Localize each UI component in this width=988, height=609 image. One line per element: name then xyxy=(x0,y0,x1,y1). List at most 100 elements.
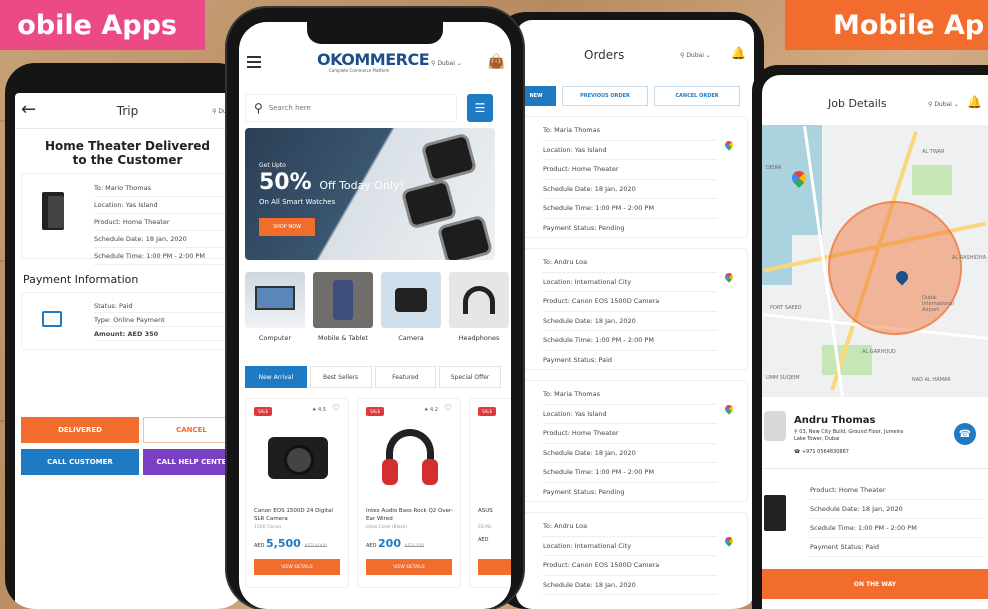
category-label: Computer xyxy=(258,334,292,342)
tab-new-arrival[interactable]: New Arrival xyxy=(245,366,307,388)
laptop-image xyxy=(245,272,305,328)
smartwatch-image xyxy=(400,178,458,230)
map-view[interactable]: DEIRA AL TWAR AL RASHIDIYA Dubai Interna… xyxy=(762,125,988,397)
currency: AED xyxy=(366,543,377,549)
product-sub: 1500 Canon xyxy=(254,525,282,530)
map-pin-icon[interactable] xyxy=(723,271,735,283)
call-customer-button[interactable]: CALL CUSTOMER xyxy=(21,449,139,475)
call-icon[interactable]: ☎ xyxy=(954,423,976,445)
bell-icon[interactable]: 🔔 xyxy=(967,95,982,109)
on-the-way-button[interactable]: ON THE WAY xyxy=(762,569,988,599)
category-camera[interactable]: Camera xyxy=(381,272,441,342)
order-location: Location: International City xyxy=(543,537,717,556)
category-label: Mobile & Tablet xyxy=(318,334,368,342)
heart-icon[interactable]: ♡ xyxy=(444,404,452,414)
orders-screen: Orders ⚲ Dubai ⌄ 🔔 NEW PREVIOUS ORDER CA… xyxy=(516,20,754,609)
payment-amount: Amount: AED 350 xyxy=(94,327,225,341)
search-input[interactable] xyxy=(268,104,419,112)
category-computer[interactable]: Computer xyxy=(245,272,305,342)
trip-detail-product: Product: Home Theater xyxy=(94,214,225,231)
order-date: Schedule Date: 18 Jan, 2020 xyxy=(543,312,717,331)
order-to: To: Andru Loa xyxy=(543,517,717,537)
call-help-center-button[interactable]: CALL HELP CENTE xyxy=(143,449,240,475)
job-time: Scedule Time: 1:00 PM - 2:00 PM xyxy=(810,519,982,538)
home-theater-image xyxy=(764,495,786,531)
view-details-button[interactable] xyxy=(478,559,511,575)
okommerce-logo: OKOMMERCE xyxy=(317,50,430,69)
category-headphones[interactable]: Headphones xyxy=(449,272,509,342)
sale-badge: SALE xyxy=(254,407,273,416)
delivered-button[interactable]: DELIVERED xyxy=(21,417,139,443)
category-mobile-tablet[interactable]: Mobile & Tablet xyxy=(313,272,373,342)
currency: AED xyxy=(254,543,265,549)
hamburger-menu-icon[interactable] xyxy=(247,56,261,71)
banner-left-text: obile Apps xyxy=(17,9,177,41)
tab-previous-order[interactable]: PREVIOUS ORDER xyxy=(562,86,648,106)
shop-screen: OKOMMERCE Complete Commerce Platform ⚲ D… xyxy=(239,22,511,609)
trip-detail-time: Schedule Time: 1:00 PM - 2:00 PM xyxy=(94,248,225,265)
tab-special-offer[interactable]: Special Offer xyxy=(439,366,501,388)
bell-icon[interactable]: 🔔 xyxy=(731,46,746,60)
product-price: AED xyxy=(478,537,488,543)
tab-cancel-order[interactable]: CANCEL ORDER xyxy=(654,86,740,106)
trip-heading-line2: to the Customer xyxy=(72,153,183,167)
order-time: Schedule Time: 1:00 PM - 2:00 PM xyxy=(543,463,717,483)
order-product: Product: Canon EOS 1500D Camera xyxy=(543,556,717,576)
price-value: 5,500 xyxy=(266,537,301,550)
promo-banner[interactable]: Get Upto 50% Off Today Only! On All Smar… xyxy=(245,128,495,260)
product-price: AED 5,500 AED 6000 xyxy=(254,537,327,550)
payment-card: Status: Paid Type: Online Payment Amount… xyxy=(21,292,234,350)
filter-icon[interactable]: ☰ xyxy=(467,94,493,122)
view-details-button[interactable]: VIEW DETAILS xyxy=(366,559,452,575)
trip-title: Trip xyxy=(116,103,139,118)
customer-phone: ☎ +971 0564830867 xyxy=(794,449,849,455)
camera-image xyxy=(260,425,336,489)
order-card[interactable]: To: Maria Thomas Location: Yas Island Pr… xyxy=(516,116,748,238)
shop-now-button[interactable]: SHOP NOW xyxy=(259,218,315,236)
shop-location[interactable]: ⚲ Dubai ⌄ xyxy=(431,60,462,67)
product-card[interactable]: SALE ASUS ES Mo AED xyxy=(469,398,511,588)
order-card[interactable]: To: Andru Loa Location: International Ci… xyxy=(516,512,748,609)
order-product: Product: Home Theater xyxy=(543,424,717,444)
tab-featured[interactable]: Featured xyxy=(374,366,437,388)
customer-name: Andru Thomas xyxy=(794,415,876,426)
orders-location[interactable]: ⚲ Dubai ⌄ xyxy=(680,52,711,59)
order-location: Location: International City xyxy=(543,273,717,292)
category-label: Headphones xyxy=(458,334,500,342)
product-card[interactable]: SALE ★ 4.5 ♡ Canon EOS 1500D 24 Digital … xyxy=(245,398,349,588)
map-pin-icon[interactable] xyxy=(723,139,735,151)
tab-best-sellers[interactable]: Best Sellers xyxy=(309,366,372,388)
view-details-button[interactable]: VIEW DETAILS xyxy=(254,559,340,575)
search-bar[interactable]: ⚲ xyxy=(245,94,457,122)
order-product: Product: Home Theater xyxy=(543,160,717,180)
rating-value: 4.5 xyxy=(318,407,326,413)
phone-job-details: Job Details ⚲ Dubai ⌄ 🔔 DEIRA AL TWAR AL… xyxy=(752,65,988,609)
map-label: DEIRA xyxy=(766,165,782,171)
map-pin-icon[interactable] xyxy=(723,403,735,415)
promo-subtitle: On All Smart Watches xyxy=(259,198,336,206)
category-list: Computer Mobile & Tablet Camera Headphon… xyxy=(245,272,511,342)
job-location[interactable]: ⚲ Dubai ⌄ xyxy=(928,101,959,108)
order-card[interactable]: To: Andru Loa Location: International Ci… xyxy=(516,248,748,370)
sale-badge: SALE xyxy=(478,407,497,416)
back-arrow-icon[interactable]: ← xyxy=(21,99,36,120)
order-date: Schedule Date: 18 Jan, 2020 xyxy=(543,180,717,199)
trip-heading-line1: Home Theater Delivered xyxy=(45,139,210,153)
headphones-image xyxy=(449,272,509,328)
order-to: To: Maria Thomas xyxy=(543,385,717,405)
shopping-bag-icon[interactable]: 👜 xyxy=(488,54,505,70)
search-icon: ⚲ xyxy=(254,101,263,115)
heart-icon[interactable]: ♡ xyxy=(332,404,340,414)
product-name: Canon EOS 1500D 24 Digital SLR Camera xyxy=(254,508,333,522)
product-card[interactable]: SALE ★ 4.2 ♡ Intex Audio Bass Rock Q2 Ov… xyxy=(357,398,461,588)
map-pin-icon[interactable] xyxy=(723,535,735,547)
map-label: AL TWAR xyxy=(922,149,945,155)
old-price: AED 6000 xyxy=(304,544,327,549)
trip-screen: ← Trip ⚲ Dubai Home Theater Delivered to… xyxy=(15,93,240,609)
trip-header: ← Trip ⚲ Dubai xyxy=(15,93,240,129)
order-card[interactable]: To: Maria Thomas Location: Yas Island Pr… xyxy=(516,380,748,502)
product-sub: ES Mo xyxy=(478,525,492,530)
order-time: Schedule Time: 1:00 PM - 2:00 PM xyxy=(543,199,717,219)
camera-image xyxy=(381,272,441,328)
cancel-button[interactable]: CANCEL xyxy=(143,417,240,443)
